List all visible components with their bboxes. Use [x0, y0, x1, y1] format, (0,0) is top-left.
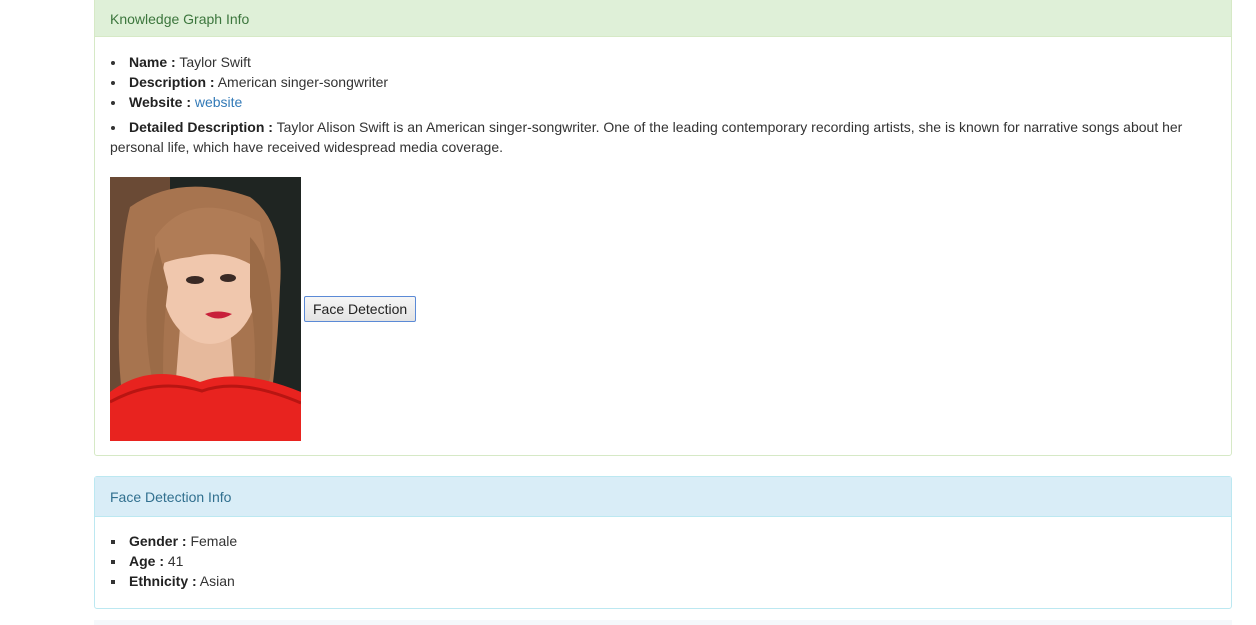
list-item-age: Age : 41 — [110, 551, 1216, 571]
face-detection-body: Gender : Female Age : 41 Ethnicity : Asi… — [95, 517, 1231, 606]
website-link[interactable]: website — [195, 94, 242, 110]
face-facts-list: Gender : Female Age : 41 Ethnicity : Asi… — [110, 531, 1216, 591]
list-item-detailed-description: Detailed Description : Taylor Alison Swi… — [110, 117, 1216, 157]
age-value: 41 — [167, 553, 184, 569]
gender-label: Gender : — [129, 533, 187, 549]
website-label: Website : — [129, 94, 191, 110]
description-value: American singer-songwriter — [217, 74, 389, 90]
face-detection-heading: Face Detection Info — [95, 477, 1231, 517]
ethnicity-label: Ethnicity : — [129, 573, 197, 589]
detailed-description-line: Detailed Description : Taylor Alison Swi… — [110, 119, 1182, 155]
next-panel-edge — [94, 620, 1232, 625]
media-row: Face Detection — [110, 177, 1216, 441]
list-item-ethnicity: Ethnicity : Asian — [110, 571, 1216, 591]
list-item-gender: Gender : Female — [110, 531, 1216, 551]
face-detection-title: Face Detection Info — [110, 488, 232, 505]
knowledge-graph-body: Name : Taylor Swift Description : Americ… — [95, 37, 1231, 456]
name-label: Name : — [129, 54, 176, 70]
knowledge-facts-list: Name : Taylor Swift Description : Americ… — [110, 52, 1216, 157]
name-value: Taylor Swift — [179, 54, 251, 70]
knowledge-graph-heading: Knowledge Graph Info — [95, 0, 1231, 37]
knowledge-graph-panel: Knowledge Graph Info Name : Taylor Swift… — [94, 0, 1232, 456]
face-detection-button[interactable]: Face Detection — [304, 296, 417, 322]
knowledge-graph-title: Knowledge Graph Info — [110, 10, 250, 27]
list-item-website: Website : website — [110, 92, 1216, 112]
age-label: Age : — [129, 553, 164, 569]
person-photo — [110, 177, 301, 441]
gender-value: Female — [190, 533, 238, 549]
list-item-name: Name : Taylor Swift — [110, 52, 1216, 72]
face-detection-panel: Face Detection Info Gender : Female Age … — [94, 476, 1232, 609]
list-item-description: Description : American singer-songwriter — [110, 72, 1216, 92]
portrait-image — [110, 177, 301, 441]
description-label: Description : — [129, 74, 215, 90]
detailed-description-label: Detailed Description : — [129, 119, 273, 135]
ethnicity-value: Asian — [199, 573, 235, 589]
